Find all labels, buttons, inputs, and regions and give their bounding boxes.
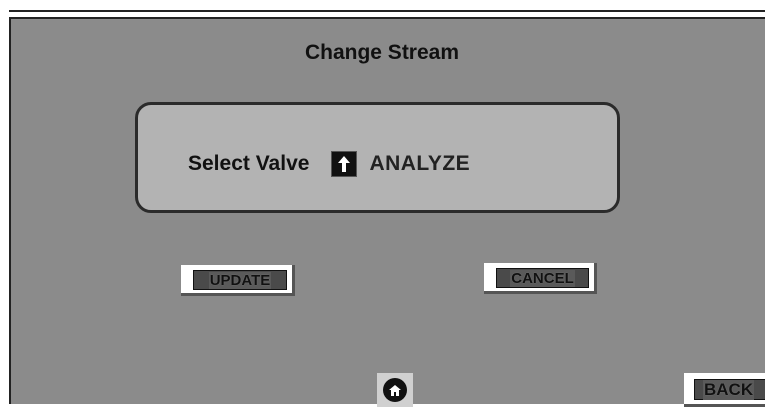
home-glyph (389, 384, 401, 396)
select-valve-panel: Select Valve ANALYZE (135, 102, 620, 213)
up-arrow-glyph (338, 156, 351, 172)
update-button-face: UPDATE (193, 270, 287, 290)
cancel-button-label: CANCEL (510, 269, 575, 287)
back-button-label: BACK (703, 379, 755, 400)
select-valve-row: Select Valve ANALYZE (188, 149, 470, 179)
home-button[interactable] (377, 373, 413, 407)
update-button[interactable]: UPDATE (181, 265, 295, 296)
update-button-label: UPDATE (208, 271, 272, 289)
select-valve-label: Select Valve (188, 152, 310, 175)
home-icon (383, 378, 407, 402)
page-title: Change Stream (304, 41, 460, 64)
up-arrow-icon[interactable] (331, 151, 358, 177)
top-border (9, 10, 765, 12)
cancel-button-face: CANCEL (496, 268, 589, 288)
stream-value: ANALYZE (369, 152, 471, 175)
back-button-face: BACK (694, 379, 765, 400)
cancel-button[interactable]: CANCEL (484, 263, 597, 294)
hmi-screen: Change Stream Select Valve ANALYZE UPDAT… (9, 17, 765, 407)
back-button[interactable]: BACK (684, 373, 765, 407)
